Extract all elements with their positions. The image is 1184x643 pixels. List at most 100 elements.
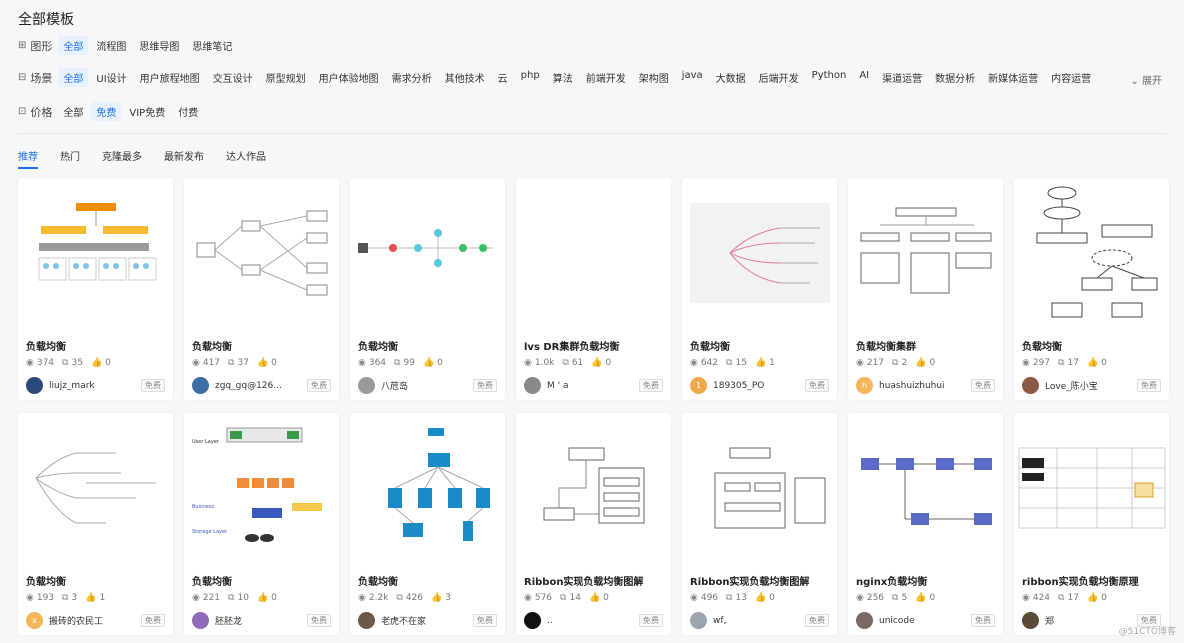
tab-4[interactable]: 达人作品 bbox=[226, 148, 266, 169]
shape-filter-option[interactable]: 全部 bbox=[58, 36, 89, 55]
card-title[interactable]: 负载均衡 bbox=[1022, 338, 1162, 353]
scene-filter-option[interactable]: AI bbox=[854, 68, 874, 87]
scene-filter-option[interactable]: 云 bbox=[493, 68, 513, 87]
scene-filter-option[interactable]: 前端开发 bbox=[581, 68, 631, 87]
scene-filter-option[interactable]: 渠道运营 bbox=[877, 68, 927, 87]
price-filter-option[interactable]: 免费 bbox=[91, 102, 122, 121]
scene-filter-option[interactable]: UI设计 bbox=[91, 68, 131, 87]
template-thumbnail[interactable] bbox=[350, 178, 505, 328]
author-name[interactable]: wf, bbox=[713, 616, 805, 626]
template-thumbnail[interactable] bbox=[18, 178, 173, 328]
scene-filter-option[interactable]: 用户旅程地图 bbox=[135, 68, 205, 87]
avatar[interactable] bbox=[358, 612, 375, 629]
template-thumbnail[interactable]: User Layer Business Storage Layer bbox=[184, 413, 339, 563]
author-name[interactable]: 189305_PO bbox=[713, 381, 805, 391]
scene-filter-option[interactable]: 需求分析 bbox=[387, 68, 437, 87]
scene-filter-option[interactable]: 大数据 bbox=[711, 68, 751, 87]
avatar[interactable] bbox=[524, 612, 541, 629]
tab-0[interactable]: 推荐 bbox=[18, 148, 38, 169]
scene-filter-option[interactable]: 全部 bbox=[58, 68, 89, 87]
tab-1[interactable]: 热门 bbox=[60, 148, 80, 169]
author-name[interactable]: Love_陈小宝 bbox=[1045, 379, 1137, 392]
card-title[interactable]: 负载均衡 bbox=[358, 338, 498, 353]
shape-filter-option[interactable]: 思维笔记 bbox=[187, 36, 237, 55]
author-name[interactable]: .. bbox=[547, 616, 639, 626]
avatar[interactable] bbox=[26, 377, 43, 394]
template-card[interactable]: ribbon实现负载均衡原理 ◉ 424 ⧉ 17 👍 0 郑 免费 bbox=[1014, 413, 1169, 635]
template-card[interactable]: 负载均衡 ◉ 364 ⧉ 99 👍 0 八苊岛 免费 bbox=[350, 178, 505, 400]
author-name[interactable]: 老虎不在家 bbox=[381, 614, 473, 627]
scene-filter-option[interactable]: 原型规划 bbox=[261, 68, 311, 87]
template-thumbnail[interactable] bbox=[350, 413, 505, 563]
avatar[interactable] bbox=[524, 377, 541, 394]
scene-filter-option[interactable]: 架构图 bbox=[634, 68, 674, 87]
scene-filter-option[interactable]: 新媒体运营 bbox=[983, 68, 1043, 87]
template-card[interactable]: Ribbon实现负载均衡图解 ◉ 576 ⧉ 14 👍 0 .. 免费 bbox=[516, 413, 671, 635]
author-name[interactable]: 胚胚龙 bbox=[215, 614, 307, 627]
avatar[interactable] bbox=[856, 612, 873, 629]
shape-filter-option[interactable]: 思维导图 bbox=[134, 36, 184, 55]
avatar[interactable]: 1 bbox=[690, 377, 707, 394]
avatar[interactable]: h bbox=[856, 377, 873, 394]
scene-filter-option[interactable]: 用户体验地图 bbox=[314, 68, 384, 87]
tab-2[interactable]: 克隆最多 bbox=[102, 148, 142, 169]
card-title[interactable]: 负载均衡 bbox=[192, 338, 332, 353]
template-thumbnail[interactable] bbox=[848, 413, 1003, 563]
avatar[interactable] bbox=[1022, 377, 1039, 394]
scene-filter-option[interactable]: 算法 bbox=[548, 68, 578, 87]
author-name[interactable]: huashuizhuhui bbox=[879, 381, 971, 391]
template-card[interactable]: nginx负载均衡 ◉ 256 ⧉ 5 👍 0 unicode 免费 bbox=[848, 413, 1003, 635]
template-card[interactable]: 负载均衡 ◉ 642 ⧉ 15 👍 1 1 189305_PO 免费 bbox=[682, 178, 837, 400]
card-title[interactable]: ribbon实现负载均衡原理 bbox=[1022, 573, 1162, 588]
shape-filter-option[interactable]: 流程图 bbox=[91, 36, 131, 55]
template-thumbnail[interactable] bbox=[848, 178, 1003, 328]
avatar[interactable] bbox=[1022, 612, 1039, 629]
scene-filter-option[interactable]: java bbox=[677, 68, 708, 87]
card-title[interactable]: 负载均衡 bbox=[192, 573, 332, 588]
template-thumbnail[interactable] bbox=[1014, 178, 1169, 328]
template-thumbnail[interactable] bbox=[682, 413, 837, 563]
template-thumbnail[interactable] bbox=[516, 413, 671, 563]
template-card[interactable]: Ribbon实现负载均衡图解 ◉ 496 ⧉ 13 👍 0 wf, 免费 bbox=[682, 413, 837, 635]
author-name[interactable]: 八苊岛 bbox=[381, 379, 473, 392]
template-thumbnail[interactable] bbox=[682, 178, 837, 328]
avatar[interactable] bbox=[192, 612, 209, 629]
card-title[interactable]: lvs DR集群负载均衡 bbox=[524, 338, 664, 353]
template-thumbnail[interactable] bbox=[184, 178, 339, 328]
template-thumbnail[interactable] bbox=[516, 178, 671, 328]
avatar[interactable] bbox=[358, 377, 375, 394]
template-card[interactable]: 负载均衡 ◉ 193 ⧉ 3 👍 1 x 搬砖的农民工 免费 bbox=[18, 413, 173, 635]
card-title[interactable]: 负载均衡 bbox=[358, 573, 498, 588]
scene-filter-option[interactable]: Python bbox=[807, 68, 852, 87]
price-filter-option[interactable]: 全部 bbox=[58, 102, 88, 121]
scene-filter-option[interactable]: 后端开发 bbox=[754, 68, 804, 87]
template-card[interactable]: lvs DR集群负载均衡 ◉ 1.0k ⧉ 61 👍 0 M ' a 免费 bbox=[516, 178, 671, 400]
template-card[interactable]: 负载均衡 ◉ 417 ⧉ 37 👍 0 zgq_gq@126... 免费 bbox=[184, 178, 339, 400]
template-card[interactable]: 负载均衡 ◉ 297 ⧉ 17 👍 0 Love_陈小宝 免费 bbox=[1014, 178, 1169, 400]
template-thumbnail[interactable] bbox=[18, 413, 173, 563]
template-thumbnail[interactable] bbox=[1014, 413, 1169, 563]
template-card[interactable]: 负载均衡 ◉ 374 ⧉ 35 👍 0 liujz_mark 免费 bbox=[18, 178, 173, 400]
author-name[interactable]: liujz_mark bbox=[49, 381, 141, 391]
author-name[interactable]: unicode bbox=[879, 616, 971, 626]
author-name[interactable]: M ' a bbox=[547, 381, 639, 391]
card-title[interactable]: 负载均衡 bbox=[690, 338, 830, 353]
card-title[interactable]: 负载均衡 bbox=[26, 573, 166, 588]
card-title[interactable]: nginx负载均衡 bbox=[856, 573, 996, 588]
scene-filter-option[interactable]: 其他技术 bbox=[440, 68, 490, 87]
tab-3[interactable]: 最新发布 bbox=[164, 148, 204, 169]
price-filter-option[interactable]: VIP免费 bbox=[124, 102, 170, 121]
expand-button[interactable]: ⌄ 展开 bbox=[1130, 72, 1162, 87]
card-title[interactable]: 负载均衡集群 bbox=[856, 338, 996, 353]
avatar[interactable] bbox=[192, 377, 209, 394]
scene-filter-option[interactable]: 数据分析 bbox=[930, 68, 980, 87]
template-card[interactable]: 负载均衡集群 ◉ 217 ⧉ 2 👍 0 h huashuizhuhui 免费 bbox=[848, 178, 1003, 400]
template-card[interactable]: 负载均衡 ◉ 2.2k ⧉ 426 👍 3 老虎不在家 免费 bbox=[350, 413, 505, 635]
author-name[interactable]: zgq_gq@126... bbox=[215, 381, 307, 391]
card-title[interactable]: 负载均衡 bbox=[26, 338, 166, 353]
scene-filter-option[interactable]: 交互设计 bbox=[208, 68, 258, 87]
price-filter-option[interactable]: 付费 bbox=[173, 102, 203, 121]
template-card[interactable]: User Layer Business Storage Layer 负载均衡 ◉ 22… bbox=[184, 413, 339, 635]
author-name[interactable]: 搬砖的农民工 bbox=[49, 614, 141, 627]
scene-filter-option[interactable]: 内容运营 bbox=[1046, 68, 1096, 87]
